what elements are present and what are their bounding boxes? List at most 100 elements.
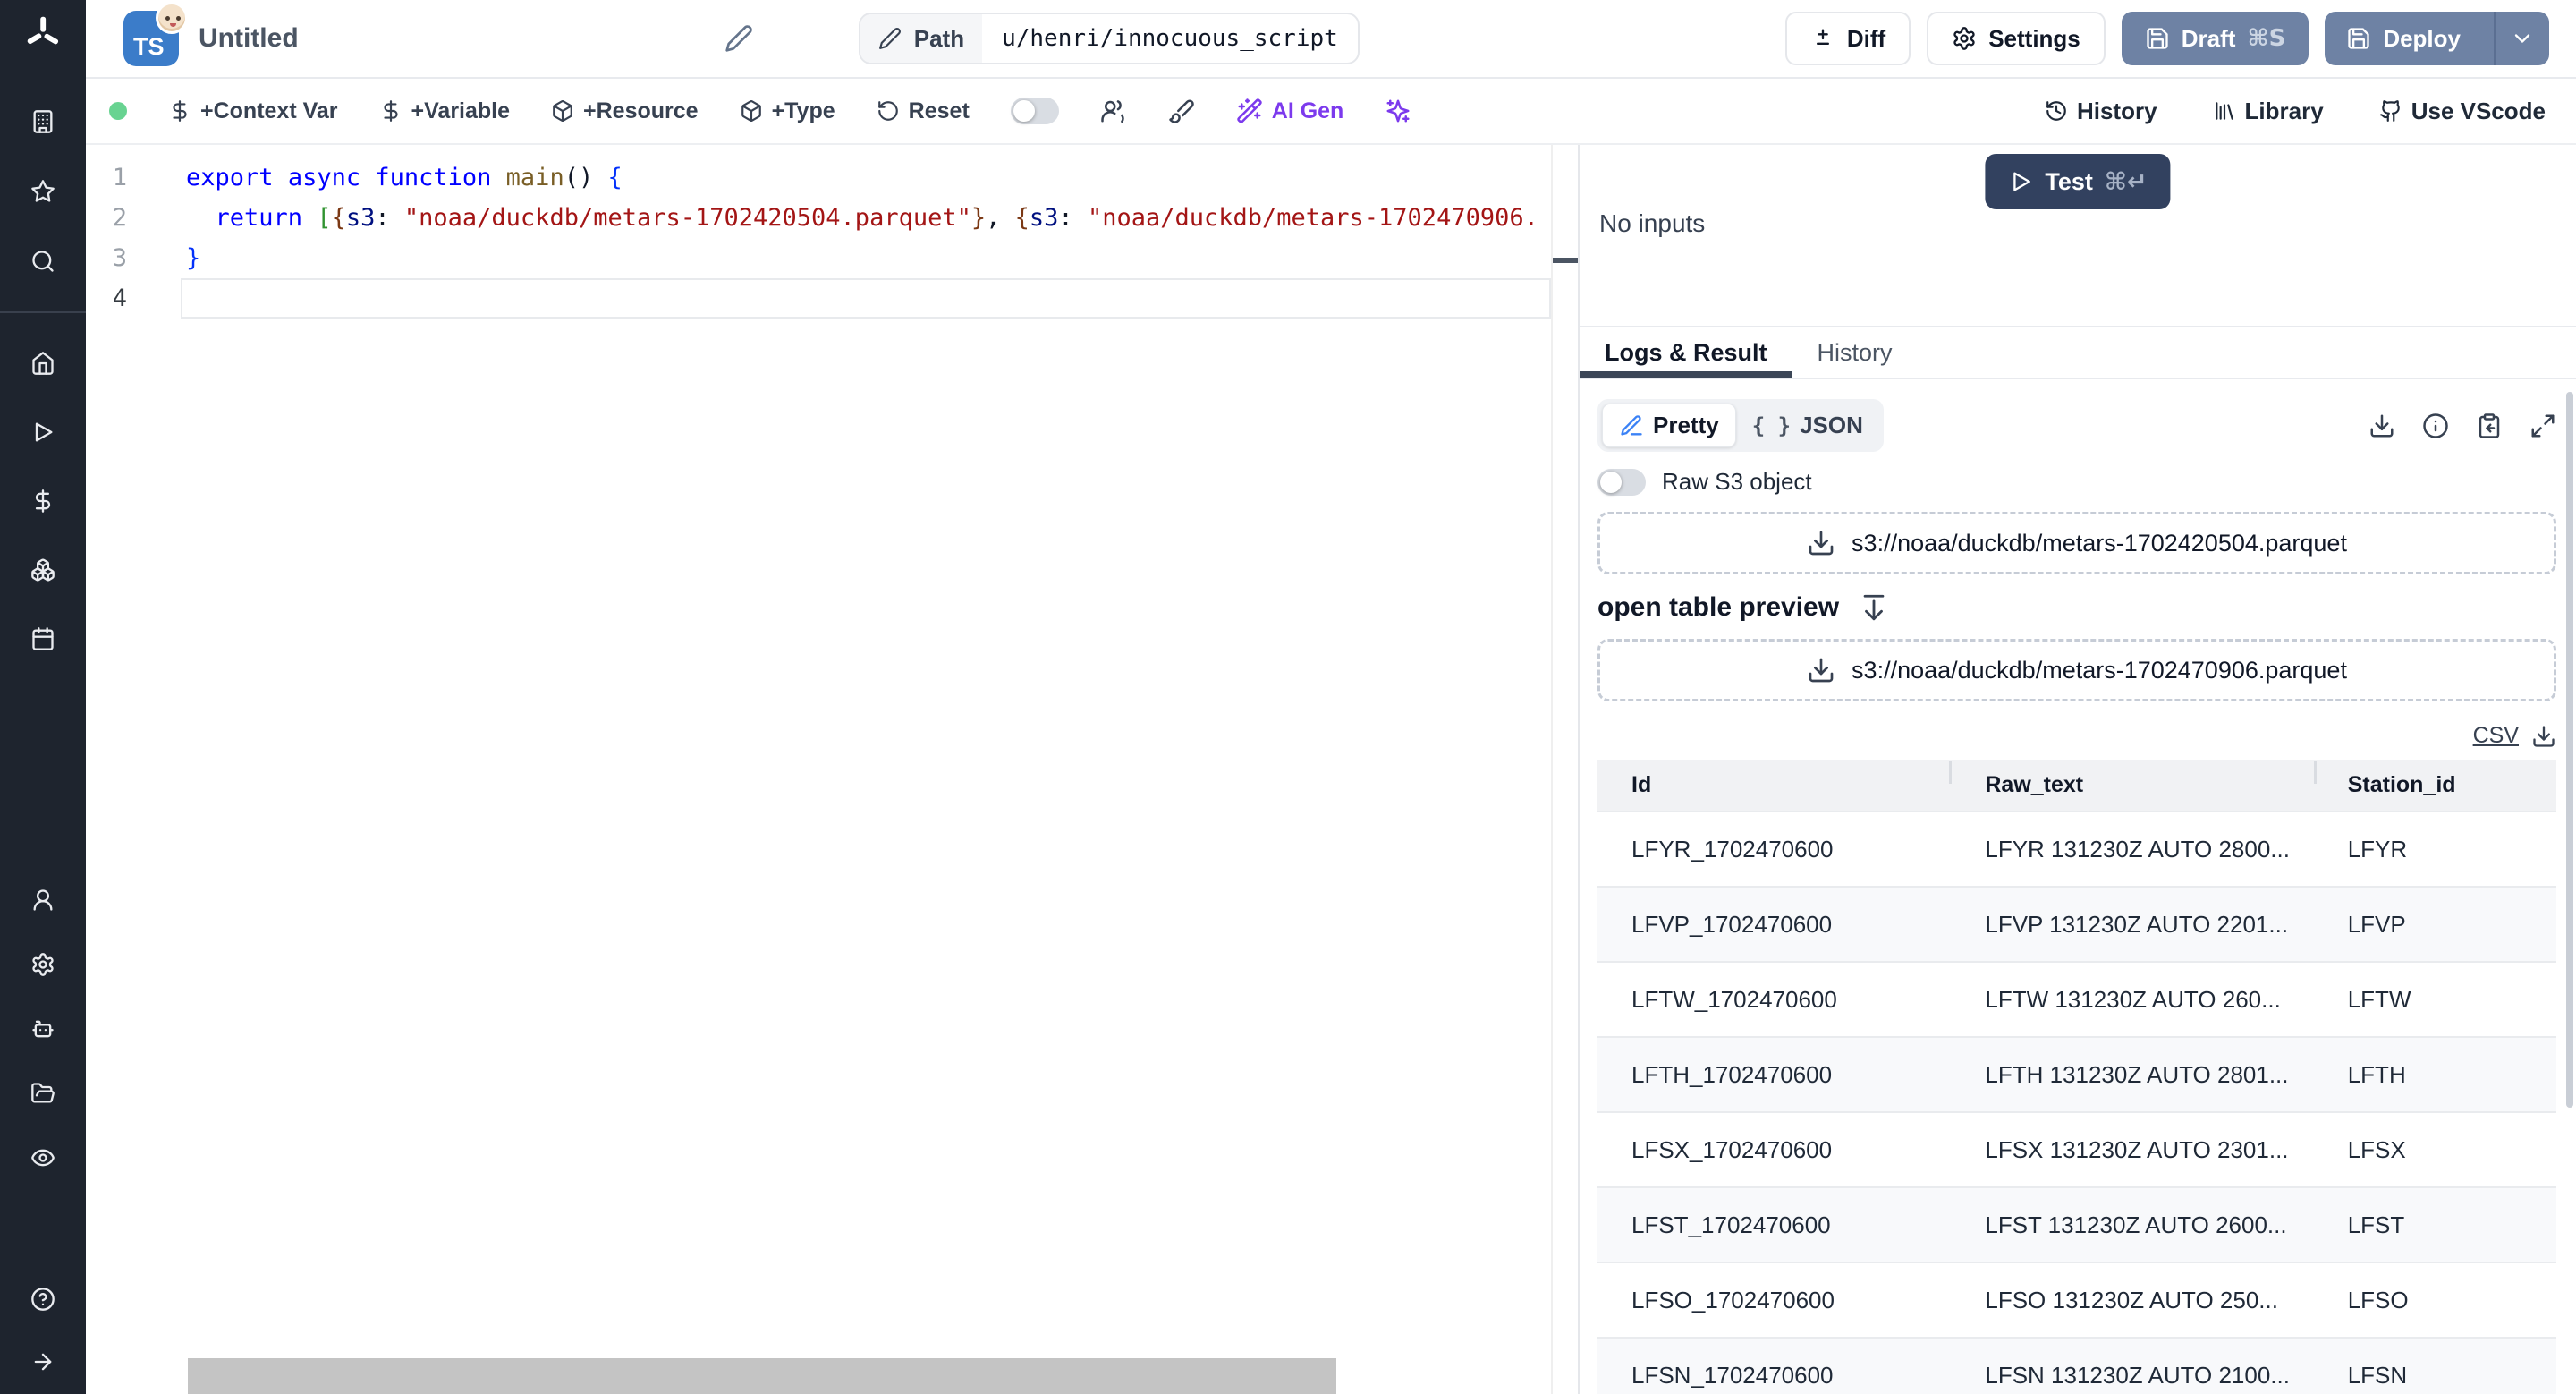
column-header-station_id: Station_id	[2313, 761, 2556, 798]
table-cell: LFYR	[2347, 835, 2408, 863]
script-title: Untitled	[199, 23, 299, 53]
bot-icon	[30, 1016, 55, 1041]
windmill-logo[interactable]	[23, 14, 63, 54]
run-panel: Test ⌘↵ No inputs Logs & Result History	[1580, 145, 2576, 1394]
line-number: 1	[112, 164, 127, 191]
clipboard-icon[interactable]	[2476, 412, 2503, 439]
add-resource-button[interactable]: +Resource	[551, 98, 699, 124]
app-window: TS Untitled Path u/henri/innocuous_scrip…	[0, 0, 2576, 1394]
code-editor[interactable]: 1 export async function main() { 2 return …	[86, 145, 1580, 1394]
pencil-icon	[724, 24, 753, 53]
info-icon[interactable]	[2422, 412, 2449, 439]
table-cell: LFST 131230Z AUTO 2600...	[1985, 1211, 2287, 1238]
code-line-1[interactable]: 1 export async function main() {	[86, 157, 1578, 198]
csv-download-link[interactable]: CSV	[2473, 723, 2519, 749]
add-type-button[interactable]: +Type	[740, 98, 835, 124]
line-number: 3	[112, 244, 127, 272]
sidebar-item-help-circle[interactable]	[23, 1279, 63, 1319]
table-row: LFYR_1702470600 LFYR 131230Z AUTO 2800...…	[1597, 811, 2556, 886]
sidebar-item-arrow-right[interactable]	[23, 1342, 63, 1381]
s3-download-button-2[interactable]: s3://noaa/duckdb/metars-1702470906.parqu…	[1597, 639, 2556, 701]
arrow-down-from-line-icon	[1859, 592, 1889, 623]
plus-minus-icon	[1810, 26, 1835, 51]
brush-icon	[1168, 98, 1195, 124]
sidebar-item-bot[interactable]	[23, 1009, 63, 1049]
sidebar-item-search[interactable]	[23, 242, 63, 281]
multiplayer-toggle[interactable]	[1010, 98, 1059, 124]
column-header-raw_text: Raw_text	[1949, 761, 2326, 798]
draft-button[interactable]: Draft ⌘S	[2121, 12, 2309, 65]
library-button[interactable]: Library	[2213, 98, 2324, 125]
sidebar-group-2	[0, 880, 86, 1177]
table-cell: LFTH 131230Z AUTO 2801...	[1985, 1060, 2289, 1088]
ai-gen-button[interactable]: AI Gen	[1236, 98, 1343, 124]
sidebar-bottom	[23, 1279, 63, 1381]
ai-assistant-button[interactable]	[1385, 98, 1411, 124]
sidebar-item-calendar[interactable]	[23, 619, 63, 659]
sidebar-item-eye[interactable]	[23, 1138, 63, 1177]
expand-icon[interactable]	[2529, 412, 2556, 439]
sidebar-item-boxes[interactable]	[23, 550, 63, 590]
user-icon	[30, 888, 55, 913]
line-number: 2	[112, 204, 127, 232]
overview-ruler-cursor-mark	[1553, 258, 1578, 263]
sidebar-item-folder-open[interactable]	[23, 1074, 63, 1113]
table-cell: LFSX	[2347, 1135, 2406, 1163]
table-cell: LFTW	[2347, 985, 2411, 1013]
settings-label: Settings	[1988, 24, 2080, 52]
table-row: LFSO_1702470600 LFSO 131230Z AUTO 250... L…	[1597, 1262, 2556, 1337]
code-line-2[interactable]: 2 return [{s3: "noaa/duckdb/metars-17024…	[86, 198, 1578, 238]
diff-button[interactable]: Diff	[1784, 12, 1911, 65]
play-icon	[2008, 169, 2033, 194]
sidebar-group-1	[0, 344, 86, 659]
multiplayer-button[interactable]	[1100, 98, 1127, 124]
pretty-view-button[interactable]: Pretty	[1602, 404, 1736, 447]
edit-summary-button[interactable]	[724, 24, 753, 53]
dollar-sign-icon	[379, 99, 402, 123]
add-context-var-button[interactable]: +Context Var	[168, 98, 338, 124]
sidebar-item-dollar-sign[interactable]	[23, 481, 63, 521]
deploy-dropdown-button[interactable]	[2494, 12, 2549, 65]
sidebar-item-star[interactable]	[23, 172, 63, 211]
path-chip[interactable]: Path u/henri/innocuous_script	[858, 13, 1360, 64]
sidebar-item-user[interactable]	[23, 880, 63, 920]
building-icon	[30, 109, 55, 134]
code-line-3[interactable]: 3}	[86, 238, 1578, 278]
s3-download-button-1[interactable]: s3://noaa/duckdb/metars-1702420504.parqu…	[1597, 512, 2556, 574]
eye-icon	[30, 1145, 55, 1170]
tab-logs-result[interactable]: Logs & Result	[1580, 327, 1792, 378]
json-view-button[interactable]: { } JSON	[1736, 404, 1879, 446]
result-pane: Pretty { } JSON Raw S3 object s3://noaa/…	[1580, 379, 2576, 1394]
sidebar-item-building[interactable]	[23, 102, 63, 141]
sidebar-nav	[0, 54, 86, 1177]
code-text: export async function main() {	[186, 164, 623, 191]
sidebar-item-play[interactable]	[23, 412, 63, 452]
history-button[interactable]: History	[2045, 98, 2157, 125]
code-line-4[interactable]: 4	[86, 278, 1578, 319]
column-header-id: Id	[1631, 772, 1652, 797]
add-variable-button[interactable]: +Variable	[379, 98, 510, 124]
reset-button[interactable]: Reset	[877, 98, 970, 124]
format-code-button[interactable]	[1168, 98, 1195, 124]
table-row: LFTH_1702470600 LFTH 131230Z AUTO 2801...…	[1597, 1036, 2556, 1111]
calendar-icon	[30, 626, 55, 651]
result-view-switch: Pretty { } JSON	[1597, 399, 1884, 452]
test-button[interactable]: Test ⌘↵	[1985, 154, 2171, 209]
editor-horizontal-scrollbar[interactable]	[188, 1358, 1336, 1394]
raw-s3-toggle[interactable]	[1597, 468, 1646, 496]
deploy-button[interactable]: Deploy	[2325, 12, 2482, 65]
toolbar-right: History Library Use VScode	[2045, 98, 2546, 125]
download-icon[interactable]	[2368, 412, 2395, 439]
preview-table: Id Raw_text Station_id LFYR_1702470600 LFYR…	[1597, 760, 2556, 1394]
download-icon[interactable]	[2531, 724, 2556, 749]
result-vertical-scrollbar[interactable]	[2566, 392, 2573, 1108]
sparkles-icon	[1385, 98, 1411, 124]
use-vscode-button[interactable]: Use VScode	[2379, 98, 2546, 125]
tab-history[interactable]: History	[1792, 327, 1918, 378]
settings-button[interactable]: Settings	[1927, 12, 2106, 65]
sidebar-item-home[interactable]	[23, 344, 63, 383]
deploy-label: Deploy	[2383, 24, 2461, 52]
sidebar-item-settings[interactable]	[23, 945, 63, 984]
code-text: return [{s3: "noaa/duckdb/metars-1702420…	[215, 204, 1538, 232]
open-table-preview[interactable]: open table preview	[1597, 592, 2556, 623]
